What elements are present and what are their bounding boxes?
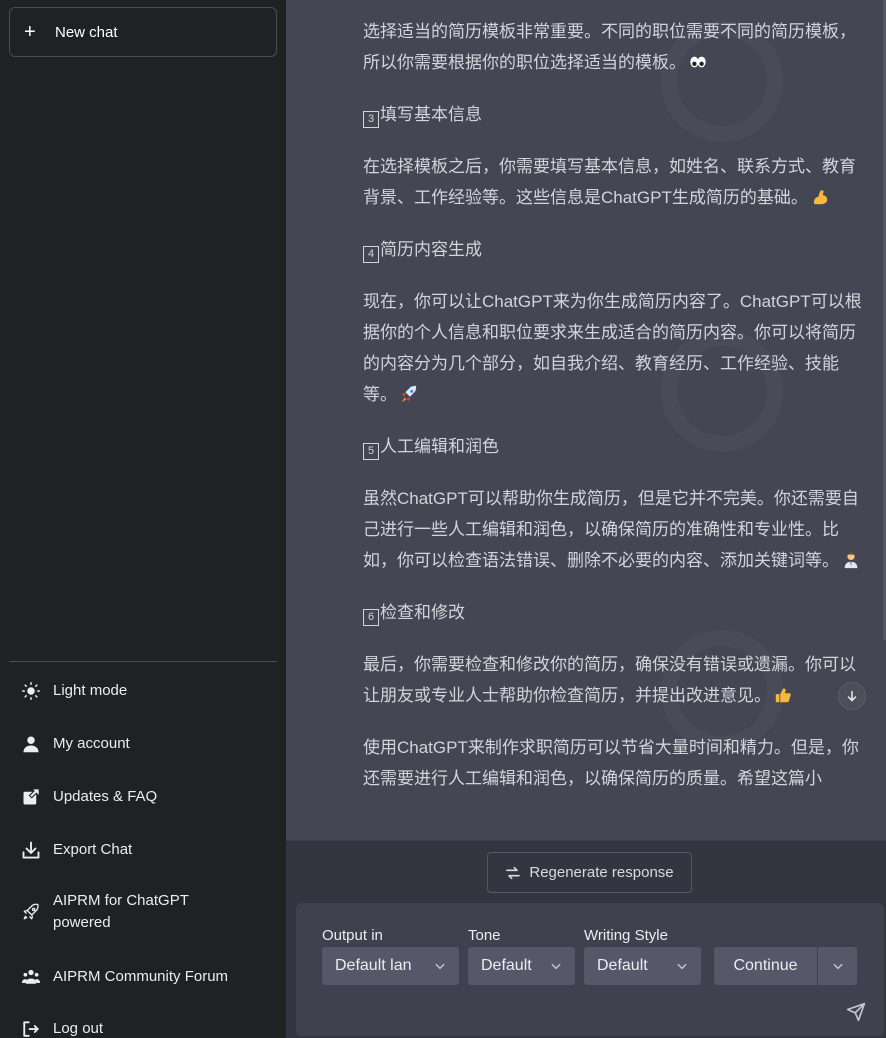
new-chat-button[interactable]: + New chat bbox=[9, 7, 277, 57]
download-icon bbox=[21, 840, 41, 860]
regenerate-label: Regenerate response bbox=[529, 864, 674, 881]
scroll-to-bottom-button[interactable] bbox=[838, 682, 866, 710]
sidebar-item-label: AIPRM Community Forum bbox=[53, 968, 229, 985]
paragraph-text: 现在，你可以让ChatGPT来为你生成简历内容了。ChatGPT可以根据你的个人… bbox=[363, 292, 862, 404]
sidebar-item-aiprm-powered[interactable]: AIPRM for ChatGPT powered bbox=[9, 890, 277, 934]
arrow-down-icon bbox=[847, 690, 857, 702]
section-heading-5: 5 人工编辑和润色 bbox=[363, 431, 868, 462]
chevron-down-icon bbox=[435, 963, 445, 970]
paragraph-text: 使用ChatGPT来制作求职简历可以节省大量时间和精力。但是，你还需要进行人工编… bbox=[363, 738, 859, 788]
continue-dropdown-button[interactable] bbox=[818, 947, 857, 985]
input-area: Regenerate response Output in Default la… bbox=[286, 840, 886, 1038]
sidebar-item-export-chat[interactable]: Export Chat bbox=[9, 839, 277, 861]
select-value: Default lan bbox=[335, 957, 412, 974]
number-badge: 5 bbox=[363, 443, 379, 460]
sidebar-item-community-forum[interactable]: AIPRM Community Forum bbox=[9, 966, 277, 988]
paragraph-text: 在选择模板之后，你需要填写基本信息，如姓名、联系方式、教育背景、工作经验等。这些… bbox=[363, 157, 856, 207]
tone-label: Tone bbox=[468, 927, 501, 944]
number-badge: 4 bbox=[363, 246, 379, 263]
chevron-down-icon bbox=[677, 963, 687, 970]
message-paragraph: 现在，你可以让ChatGPT来为你生成简历内容了。ChatGPT可以根据你的个人… bbox=[363, 286, 868, 410]
paragraph-text: 虽然ChatGPT可以帮助你生成简历，但是它并不完美。你还需要自己进行一些人工编… bbox=[363, 489, 859, 570]
user-icon bbox=[21, 734, 41, 754]
sidebar-item-my-account[interactable]: My account bbox=[9, 733, 277, 755]
regenerate-response-button[interactable]: Regenerate response bbox=[487, 852, 692, 893]
message-paragraph: 使用ChatGPT来制作求职简历可以节省大量时间和精力。但是，你还需要进行人工编… bbox=[363, 732, 868, 794]
paragraph-text: 选择适当的简历模板非常重要。不同的职位需要不同的简历模板，所以你需要根据你的职位… bbox=[363, 22, 856, 72]
sidebar-item-updates-faq[interactable]: Updates & FAQ bbox=[9, 786, 277, 808]
section-heading-6: 6 检查和修改 bbox=[363, 597, 868, 628]
number-badge: 6 bbox=[363, 609, 379, 626]
sidebar-item-label: My account bbox=[53, 735, 130, 752]
sidebar-item-label: Export Chat bbox=[53, 841, 133, 858]
message-paragraph: 选择适当的简历模板非常重要。不同的职位需要不同的简历模板，所以你需要根据你的职位… bbox=[363, 16, 868, 78]
flexed-biceps-emoji-icon bbox=[813, 190, 828, 205]
prompt-composer: Output in Default lan Tone Default Writi… bbox=[296, 903, 884, 1036]
message-paragraph: 最后，你需要检查和修改你的简历，确保没有错误或遗漏。你可以让朋友或专业人士帮助你… bbox=[363, 649, 868, 711]
rocket-emoji-icon bbox=[401, 385, 417, 403]
new-chat-label: New chat bbox=[55, 23, 118, 41]
section-heading-3: 3 填写基本信息 bbox=[363, 99, 868, 130]
sidebar-item-label: AIPRM for ChatGPT powered bbox=[53, 892, 189, 931]
number-badge: 3 bbox=[363, 111, 379, 128]
select-value: Default bbox=[481, 957, 532, 974]
sun-icon bbox=[21, 681, 41, 701]
assistant-message: 选择适当的简历模板非常重要。不同的职位需要不同的简历模板，所以你需要根据你的职位… bbox=[363, 16, 868, 815]
tone-select[interactable]: Default bbox=[468, 947, 575, 985]
sidebar-item-label: Updates & FAQ bbox=[53, 788, 158, 805]
select-value: Default bbox=[597, 957, 648, 974]
message-paragraph: 在选择模板之后，你需要填写基本信息，如姓名、联系方式、教育背景、工作经验等。这些… bbox=[363, 151, 868, 213]
writing-style-label: Writing Style bbox=[584, 927, 668, 944]
sidebar-item-log-out[interactable]: Log out bbox=[9, 1018, 277, 1038]
app-window: + New chat Light mode My account Updates… bbox=[0, 0, 886, 1038]
thumbs-up-emoji-icon bbox=[775, 688, 791, 703]
heading-text: 人工编辑和润色 bbox=[380, 437, 499, 456]
output-in-label: Output in bbox=[322, 927, 383, 944]
continue-button[interactable]: Continue bbox=[714, 947, 817, 985]
chat-main: 选择适当的简历模板非常重要。不同的职位需要不同的简历模板，所以你需要根据你的职位… bbox=[286, 0, 886, 1038]
writing-style-select[interactable]: Default bbox=[584, 947, 701, 985]
output-language-select[interactable]: Default lan bbox=[322, 947, 459, 985]
heading-text: 简历内容生成 bbox=[380, 240, 482, 259]
rocket-icon bbox=[21, 902, 41, 922]
section-heading-4: 4 简历内容生成 bbox=[363, 234, 868, 265]
heading-text: 检查和修改 bbox=[380, 603, 465, 622]
sidebar-item-label: Log out bbox=[53, 1020, 104, 1037]
continue-group: Continue bbox=[714, 947, 857, 985]
send-icon[interactable] bbox=[846, 1002, 866, 1022]
plus-icon: + bbox=[24, 21, 36, 43]
sidebar-divider bbox=[9, 661, 277, 662]
refresh-icon bbox=[505, 865, 521, 881]
eyes-emoji-icon bbox=[690, 56, 706, 68]
chevron-down-icon bbox=[832, 963, 843, 970]
logout-icon bbox=[21, 1019, 41, 1038]
external-link-icon bbox=[21, 787, 41, 807]
message-paragraph: 虽然ChatGPT可以帮助你生成简历，但是它并不完美。你还需要自己进行一些人工编… bbox=[363, 483, 868, 576]
chevron-down-icon bbox=[551, 963, 561, 970]
office-worker-emoji-icon bbox=[844, 552, 858, 569]
users-icon bbox=[21, 967, 41, 987]
sidebar-item-light-mode[interactable]: Light mode bbox=[9, 680, 277, 702]
heading-text: 填写基本信息 bbox=[380, 105, 482, 124]
sidebar: + New chat Light mode My account Updates… bbox=[0, 0, 286, 1038]
sidebar-item-label: Light mode bbox=[53, 682, 128, 699]
